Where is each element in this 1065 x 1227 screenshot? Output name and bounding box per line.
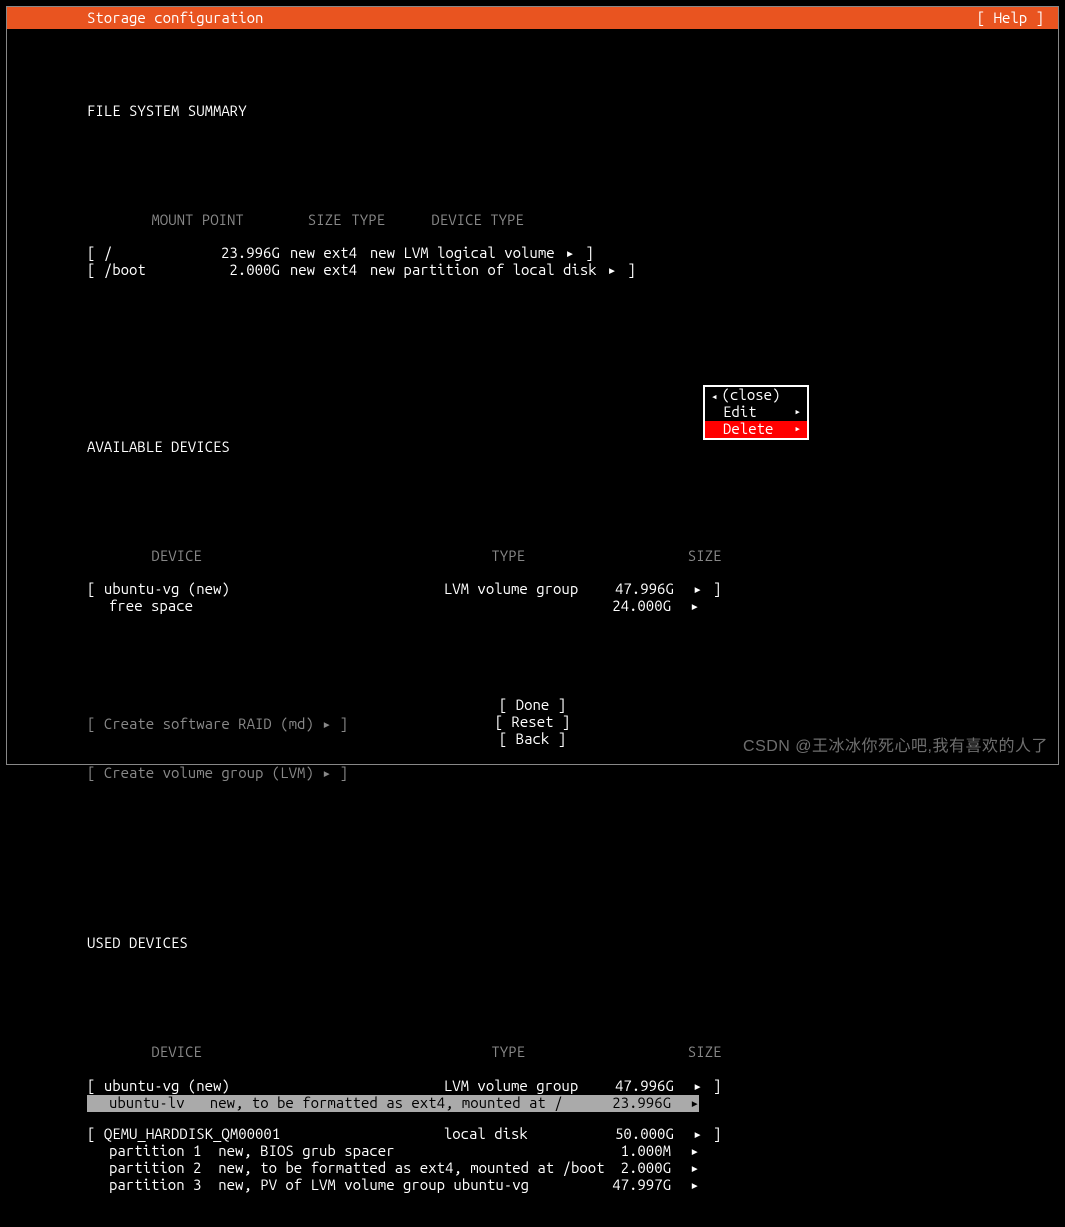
- device-row[interactable]: [ ubuntu-vg (new)LVM volume group47.996G…: [87, 1078, 1058, 1095]
- avail-header-size: SIZE: [641, 548, 721, 565]
- fs-header-row: MOUNT POINTSIZETYPEDEVICE TYPE: [87, 195, 1058, 212]
- device-row[interactable]: partition 1 new, BIOS grub spacer1.000M …: [87, 1143, 1058, 1160]
- device-row[interactable]: [ QEMU_HARDDISK_QM00001local disk50.000G…: [87, 1126, 1058, 1143]
- chevron-right-icon: ▸: [688, 1095, 702, 1112]
- device-row[interactable]: [ ubuntu-vg (new)LVM volume group47.996G…: [87, 581, 1058, 598]
- create-lvm-button[interactable]: [ Create volume group (LVM) ▸ ]: [87, 765, 1058, 782]
- used-title: USED DEVICES: [87, 935, 1058, 952]
- header-bar: Storage configuration [ Help ]: [7, 7, 1058, 29]
- reset-button[interactable]: [ Reset ]: [7, 714, 1058, 731]
- chevron-right-icon: ▸: [691, 1126, 705, 1143]
- help-button[interactable]: [ Help ]: [977, 10, 1044, 27]
- fs-header-dtype: DEVICE TYPE: [421, 212, 681, 229]
- watermark: CSDN @王冰冰你死心吧,我有喜欢的人了: [743, 738, 1048, 756]
- context-menu: (close) Edit▸ Delete▸: [703, 385, 809, 440]
- fs-summary-title: FILE SYSTEM SUMMARY: [87, 103, 1058, 120]
- menu-delete[interactable]: Delete▸: [705, 421, 807, 438]
- avail-header-device: DEVICE: [151, 548, 491, 565]
- chevron-left-icon: [711, 387, 722, 404]
- used-header-row: DEVICETYPESIZE: [87, 1028, 1058, 1045]
- device-row[interactable]: ubuntu-lv new, to be formatted as ext4, …: [87, 1095, 699, 1112]
- avail-header-row: DEVICETYPESIZE: [87, 531, 1058, 548]
- chevron-right-icon: ▸: [794, 406, 801, 418]
- device-row[interactable]: free space24.000G ▸: [87, 598, 1058, 615]
- available-title: AVAILABLE DEVICES: [87, 439, 1058, 456]
- chevron-right-icon: ▸: [688, 598, 702, 615]
- chevron-right-icon: ▸: [688, 1143, 702, 1160]
- used-header-size: SIZE: [641, 1044, 721, 1061]
- chevron-right-icon: ▸: [605, 262, 619, 279]
- fs-row[interactable]: [ /23.996Gnew ext4new LVM logical volume…: [87, 245, 1058, 262]
- menu-edit[interactable]: Edit▸: [705, 404, 807, 421]
- done-button[interactable]: [ Done ]: [7, 697, 1058, 714]
- fs-row[interactable]: [ /boot2.000Gnew ext4new partition of lo…: [87, 262, 1058, 279]
- device-row[interactable]: partition 2 new, to be formatted as ext4…: [87, 1160, 1058, 1177]
- used-header-type: TYPE: [491, 1044, 641, 1061]
- fs-header-size: SIZE: [271, 212, 341, 229]
- used-header-device: DEVICE: [151, 1044, 491, 1061]
- avail-header-type: TYPE: [491, 548, 641, 565]
- chevron-right-icon: ▸: [688, 1177, 702, 1194]
- chevron-right-icon: ▸: [691, 1078, 705, 1095]
- device-row[interactable]: partition 3 new, PV of LVM volume group …: [87, 1177, 1058, 1194]
- fs-header-type: TYPE: [341, 212, 421, 229]
- menu-close[interactable]: (close): [705, 387, 807, 404]
- chevron-right-icon: ▸: [563, 245, 577, 262]
- chevron-right-icon: ▸: [691, 581, 705, 598]
- chevron-right-icon: ▸: [688, 1160, 702, 1177]
- fs-header-mount: MOUNT POINT: [151, 212, 271, 229]
- page-title: Storage configuration: [87, 10, 263, 27]
- chevron-right-icon: ▸: [794, 423, 801, 435]
